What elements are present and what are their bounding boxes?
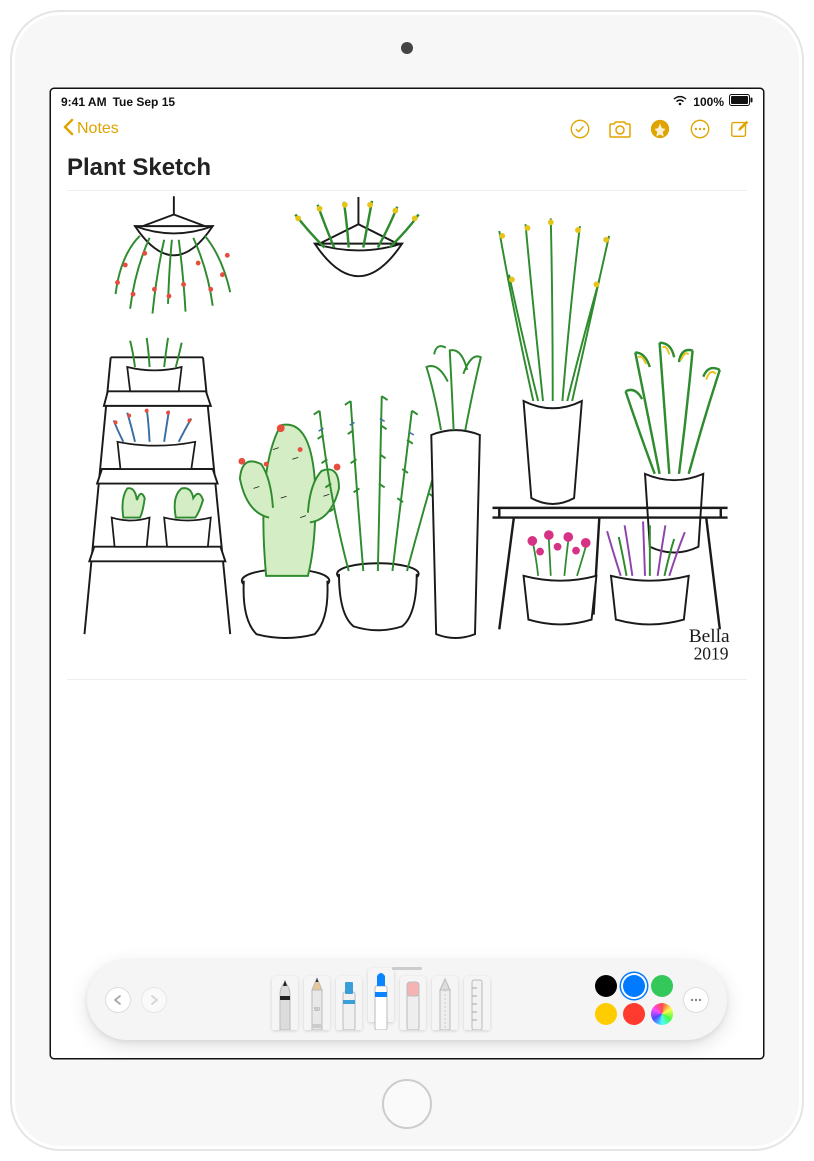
color-wheel-button[interactable] — [651, 1003, 673, 1025]
battery-percent: 100% — [693, 95, 724, 109]
marker-tool[interactable] — [368, 968, 394, 1022]
status-date: Tue Sep 15 — [113, 95, 175, 109]
ipad-device-frame: 9:41 AM Tue Sep 15 100% Notes — [10, 10, 804, 1151]
markup-toolbar[interactable]: 50 — [87, 960, 727, 1040]
markup-button[interactable] — [647, 116, 673, 142]
home-button[interactable] — [382, 1079, 432, 1129]
swatch-blue[interactable] — [623, 975, 645, 997]
battery-icon — [729, 94, 753, 109]
checklist-button[interactable] — [567, 116, 593, 142]
nav-bar: Notes — [51, 112, 763, 148]
wifi-icon — [672, 94, 688, 109]
tools-row: 50 — [177, 970, 585, 1030]
note-title: Plant Sketch — [51, 148, 763, 190]
swatch-green[interactable] — [651, 975, 673, 997]
swatch-red[interactable] — [623, 1003, 645, 1025]
back-label: Notes — [77, 120, 119, 138]
undo-button[interactable] — [105, 987, 131, 1013]
color-swatches — [595, 975, 673, 1025]
more-button[interactable] — [687, 116, 713, 142]
pencil-tool[interactable]: 50 — [304, 976, 330, 1030]
svg-text:50: 50 — [314, 1007, 320, 1013]
ruler-tool[interactable] — [464, 976, 490, 1030]
highlighter-tool[interactable] — [336, 976, 362, 1030]
status-bar: 9:41 AM Tue Sep 15 100% — [51, 89, 763, 112]
compose-button[interactable] — [727, 116, 753, 142]
signature-year: 2019 — [694, 643, 729, 663]
swatch-yellow[interactable] — [595, 1003, 617, 1025]
drawing-canvas[interactable]: Bella 2019 — [67, 190, 747, 680]
status-time: 9:41 AM — [61, 95, 107, 109]
chevron-left-icon — [61, 118, 75, 141]
swatch-black[interactable] — [595, 975, 617, 997]
screen: 9:41 AM Tue Sep 15 100% Notes — [50, 88, 764, 1059]
camera-button[interactable] — [607, 116, 633, 142]
back-button[interactable]: Notes — [61, 118, 119, 141]
redo-button[interactable] — [141, 987, 167, 1013]
pen-tool[interactable] — [272, 976, 298, 1030]
toolbar-more-button[interactable] — [683, 987, 709, 1013]
lasso-tool[interactable] — [432, 976, 458, 1030]
eraser-tool[interactable] — [400, 976, 426, 1030]
front-camera — [401, 42, 413, 54]
